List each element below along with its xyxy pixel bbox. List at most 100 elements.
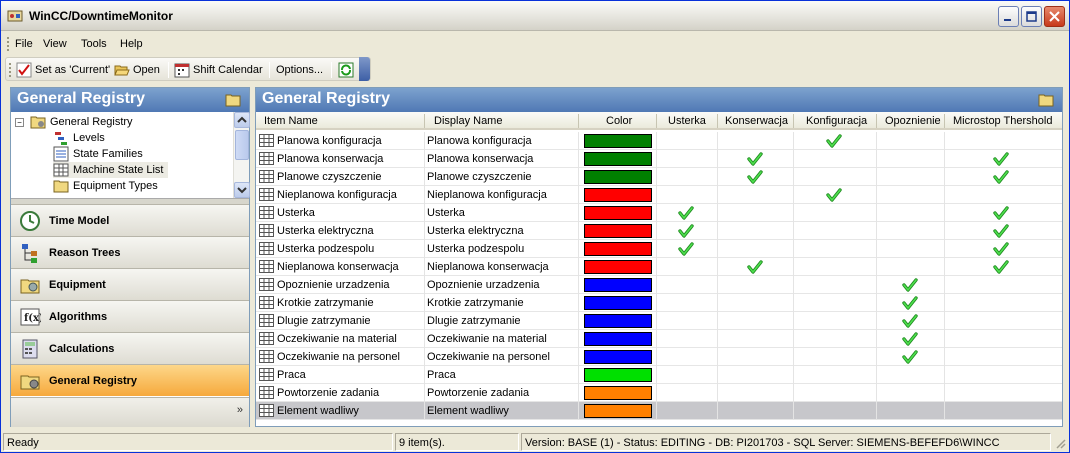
- column-divider[interactable]: [424, 114, 425, 128]
- minimize-button[interactable]: [998, 6, 1019, 27]
- checkmark-icon[interactable]: [902, 331, 918, 347]
- cell-item-name[interactable]: Planowe czyszczenie: [277, 171, 382, 183]
- checkmark-icon[interactable]: [993, 205, 1009, 221]
- nav-time-model[interactable]: Time Model: [11, 204, 249, 236]
- cell-display-name[interactable]: Usterka podzespolu: [427, 243, 524, 255]
- checkmark-icon[interactable]: [993, 241, 1009, 257]
- cell-item-name[interactable]: Nieplanowa konfiguracja: [277, 189, 397, 201]
- scroll-down-button[interactable]: [234, 182, 250, 198]
- cell-item-name[interactable]: Usterka: [277, 207, 315, 219]
- table-row[interactable]: Planowa konserwacja Planowa konserwacja: [256, 150, 1062, 168]
- cell-display-name[interactable]: Praca: [427, 369, 456, 381]
- checkmark-icon[interactable]: [747, 169, 763, 185]
- checkmark-icon[interactable]: [902, 295, 918, 311]
- color-swatch[interactable]: [584, 404, 652, 418]
- cell-item-name[interactable]: Praca: [277, 369, 306, 381]
- toolbar-overflow-button[interactable]: [359, 57, 370, 81]
- cell-display-name[interactable]: Planowa konfiguracja: [427, 135, 532, 147]
- table-row[interactable]: Usterka elektryczna Usterka elektryczna: [256, 222, 1062, 240]
- checkmark-icon[interactable]: [678, 241, 694, 257]
- column-header-color[interactable]: Color: [606, 115, 632, 127]
- cell-item-name[interactable]: Planowa konserwacja: [277, 153, 383, 165]
- cell-item-name[interactable]: Dlugie zatrzymanie: [277, 315, 371, 327]
- table-row[interactable]: Planowa konfiguracja Planowa konfiguracja: [256, 132, 1062, 150]
- checkmark-icon[interactable]: [993, 223, 1009, 239]
- color-swatch[interactable]: [584, 296, 652, 310]
- menu-view[interactable]: View: [43, 38, 67, 50]
- column-divider[interactable]: [876, 114, 877, 128]
- cell-item-name[interactable]: Nieplanowa konserwacja: [277, 261, 399, 273]
- checkmark-icon[interactable]: [993, 259, 1009, 275]
- tree-node-general-registry[interactable]: − General Registry: [15, 114, 133, 130]
- cell-display-name[interactable]: Powtorzenie zadania: [427, 387, 529, 399]
- menu-file[interactable]: File: [15, 38, 33, 50]
- cell-display-name[interactable]: Element wadliwy: [427, 405, 509, 417]
- cell-display-name[interactable]: Usterka elektryczna: [427, 225, 524, 237]
- options-button[interactable]: Options...: [276, 61, 323, 79]
- table-row[interactable]: Element wadliwy Element wadliwy: [256, 402, 1062, 420]
- cell-display-name[interactable]: Krotkie zatrzymanie: [427, 297, 524, 309]
- shift-calendar-button[interactable]: Shift Calendar: [174, 61, 263, 79]
- open-button[interactable]: Open: [114, 61, 160, 79]
- cell-display-name[interactable]: Nieplanowa konserwacja: [427, 261, 549, 273]
- checkmark-icon[interactable]: [902, 313, 918, 329]
- cell-item-name[interactable]: Opoznienie urzadzenia: [277, 279, 390, 291]
- column-divider[interactable]: [578, 114, 579, 128]
- cell-display-name[interactable]: Usterka: [427, 207, 465, 219]
- cell-item-name[interactable]: Powtorzenie zadania: [277, 387, 379, 399]
- checkmark-icon[interactable]: [993, 169, 1009, 185]
- cell-display-name[interactable]: Oczekiwanie na personel: [427, 351, 550, 363]
- cell-display-name[interactable]: Nieplanowa konfiguracja: [427, 189, 547, 201]
- color-swatch[interactable]: [584, 260, 652, 274]
- nav-reason-trees[interactable]: Reason Trees: [11, 236, 249, 268]
- color-swatch[interactable]: [584, 368, 652, 382]
- checkmark-icon[interactable]: [902, 277, 918, 293]
- resize-grip-icon[interactable]: [1053, 436, 1067, 450]
- table-row[interactable]: Nieplanowa konfiguracja Nieplanowa konfig…: [256, 186, 1062, 204]
- nav-overflow-button[interactable]: »: [237, 404, 243, 416]
- menu-tools[interactable]: Tools: [81, 38, 107, 50]
- color-swatch[interactable]: [584, 170, 652, 184]
- checkmark-icon[interactable]: [902, 349, 918, 365]
- checkmark-icon[interactable]: [826, 187, 842, 203]
- column-divider[interactable]: [944, 114, 945, 128]
- tree-node-machine-state-list[interactable]: Machine State List: [53, 162, 168, 178]
- color-swatch[interactable]: [584, 350, 652, 364]
- cell-display-name[interactable]: Planowe czyszczenie: [427, 171, 532, 183]
- color-swatch[interactable]: [584, 314, 652, 328]
- cell-item-name[interactable]: Krotkie zatrzymanie: [277, 297, 374, 309]
- cell-display-name[interactable]: Dlugie zatrzymanie: [427, 315, 521, 327]
- color-swatch[interactable]: [584, 224, 652, 238]
- table-row[interactable]: Powtorzenie zadania Powtorzenie zadania: [256, 384, 1062, 402]
- tree-node-levels[interactable]: Levels: [53, 130, 105, 146]
- refresh-button[interactable]: [338, 61, 357, 79]
- column-header-konserwacja[interactable]: Konserwacja: [725, 115, 788, 127]
- color-swatch[interactable]: [584, 242, 652, 256]
- checkmark-icon[interactable]: [826, 133, 842, 149]
- column-divider[interactable]: [793, 114, 794, 128]
- cell-item-name[interactable]: Element wadliwy: [277, 405, 359, 417]
- nav-algorithms[interactable]: f(x) Algorithms: [11, 300, 249, 332]
- cell-display-name[interactable]: Oczekiwanie na material: [427, 333, 547, 345]
- table-row[interactable]: Opoznienie urzadzenia Opoznienie urzadzen…: [256, 276, 1062, 294]
- cell-item-name[interactable]: Usterka elektryczna: [277, 225, 374, 237]
- table-row[interactable]: Usterka Usterka: [256, 204, 1062, 222]
- column-divider[interactable]: [717, 114, 718, 128]
- column-header-display-name[interactable]: Display Name: [434, 115, 502, 127]
- menu-grip[interactable]: [7, 37, 10, 51]
- nav-general-registry[interactable]: General Registry: [11, 364, 249, 396]
- table-row[interactable]: Planowe czyszczenie Planowe czyszczenie: [256, 168, 1062, 186]
- tree-node-equipment-types[interactable]: Equipment Types: [53, 178, 158, 194]
- cell-item-name[interactable]: Oczekiwanie na material: [277, 333, 397, 345]
- maximize-button[interactable]: [1021, 6, 1042, 27]
- cell-item-name[interactable]: Planowa konfiguracja: [277, 135, 382, 147]
- color-swatch[interactable]: [584, 152, 652, 166]
- color-swatch[interactable]: [584, 332, 652, 346]
- column-header-usterka[interactable]: Usterka: [668, 115, 706, 127]
- checkmark-icon[interactable]: [678, 205, 694, 221]
- cell-item-name[interactable]: Oczekiwanie na personel: [277, 351, 400, 363]
- table-row[interactable]: Nieplanowa konserwacja Nieplanowa konserw…: [256, 258, 1062, 276]
- color-swatch[interactable]: [584, 278, 652, 292]
- cell-item-name[interactable]: Usterka podzespolu: [277, 243, 374, 255]
- table-row[interactable]: Praca Praca: [256, 366, 1062, 384]
